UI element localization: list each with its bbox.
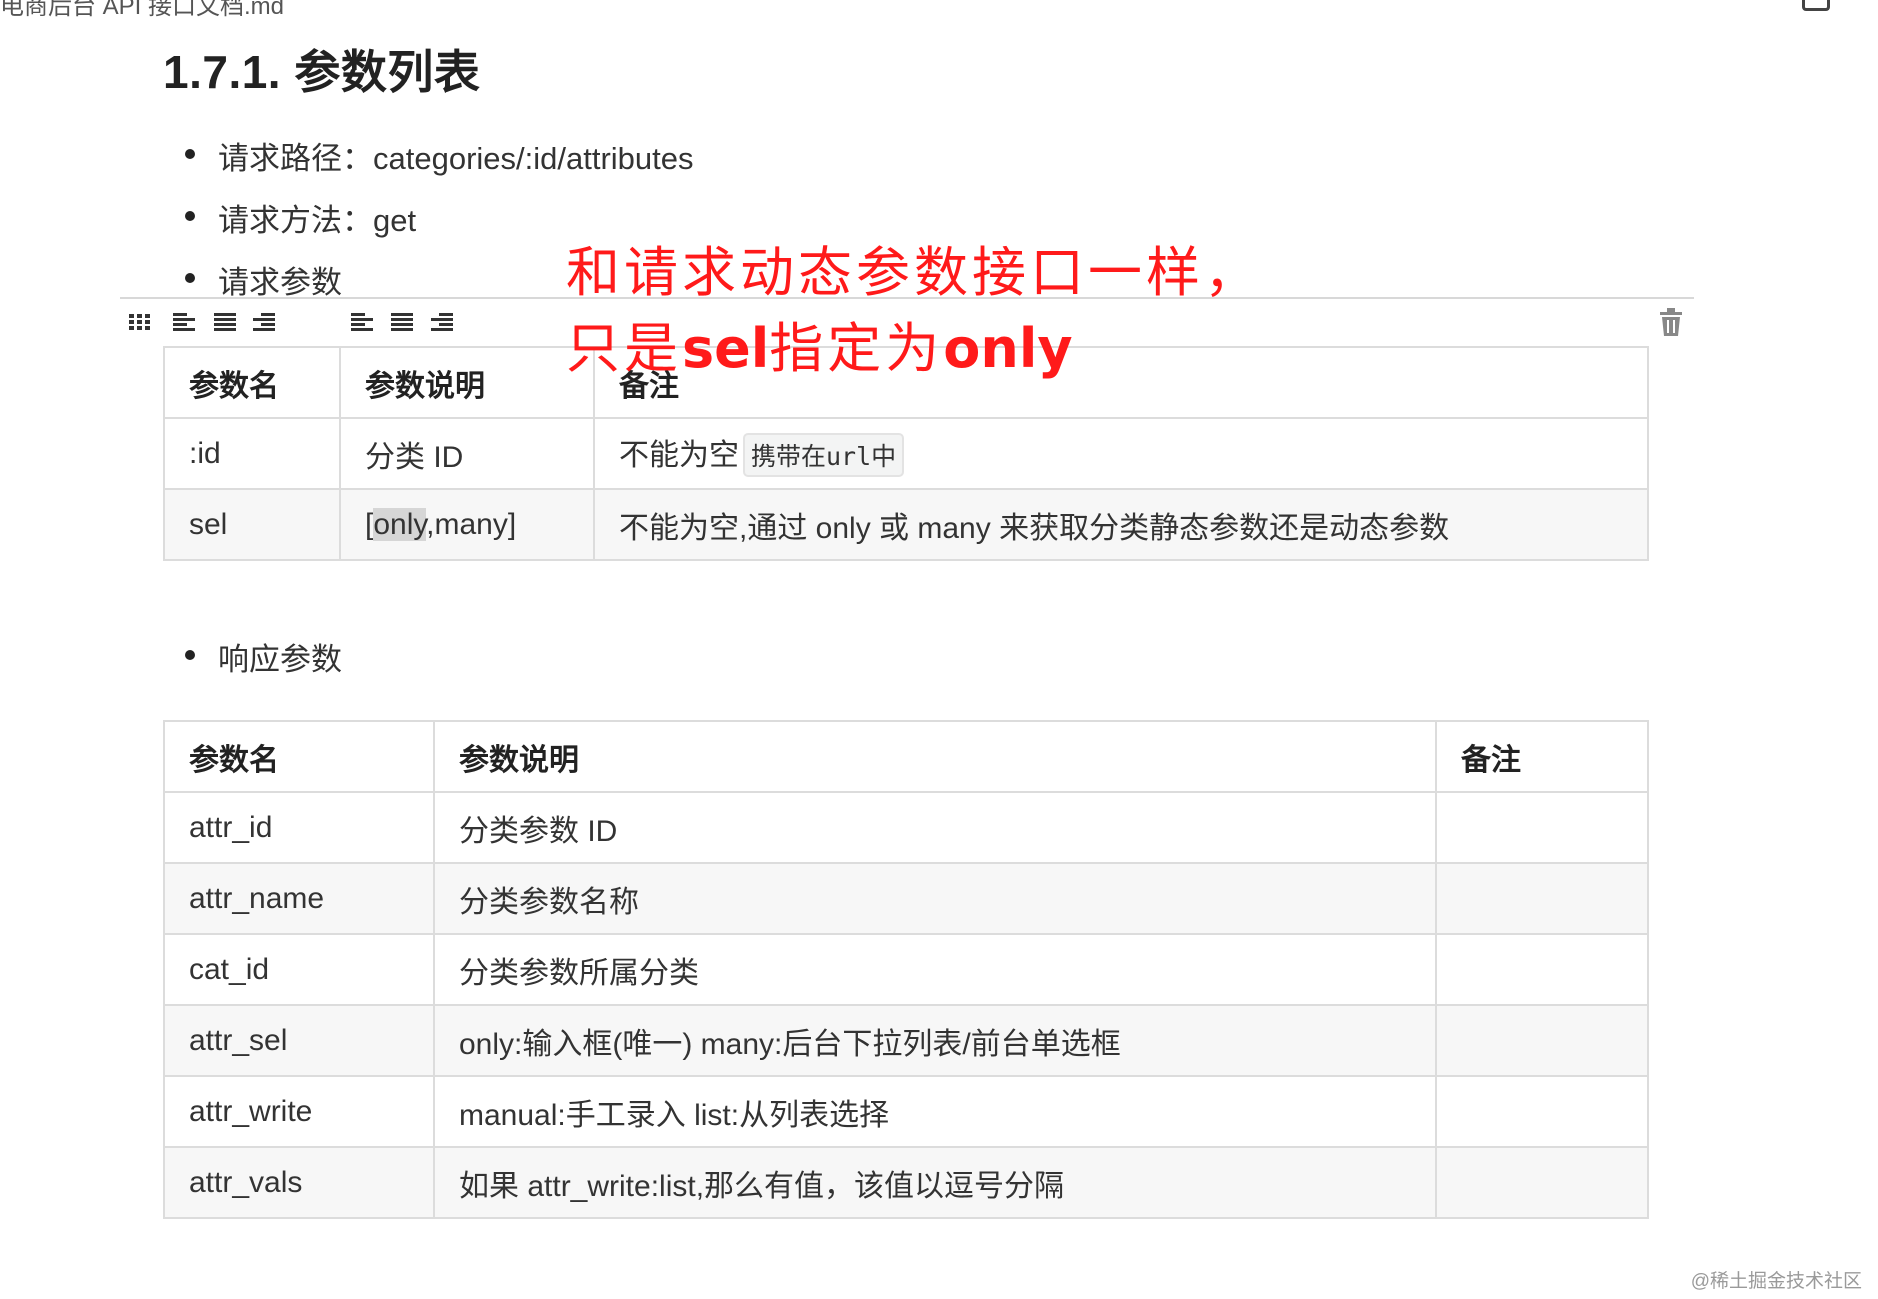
text-selection-highlight: only	[373, 507, 427, 541]
section-heading: 1.7.1. 参数列表	[163, 46, 481, 98]
annotation-middle: 指定为	[769, 317, 944, 380]
table-row: attr_vals 如果 attr_write:list,那么有值，该值以逗号分…	[163, 1146, 1649, 1219]
note-text: 不能为空	[619, 439, 739, 472]
cell-name[interactable]: :id	[163, 417, 341, 490]
align-right-icon[interactable]	[252, 310, 278, 336]
cell-name[interactable]: attr_id	[163, 791, 435, 864]
col-align-right-icon[interactable]	[430, 310, 456, 336]
table-row: cat_id 分类参数所属分类	[163, 933, 1649, 1006]
cell-desc[interactable]: 分类参数所属分类	[433, 933, 1437, 1006]
header-param-desc: 参数说明	[433, 720, 1437, 793]
cell-name[interactable]: attr_write	[163, 1075, 435, 1148]
annotation-line-1: 和请求动态参数接口一样，	[566, 241, 1262, 304]
cell-note[interactable]	[1435, 791, 1649, 864]
header-param-desc: 参数说明	[339, 346, 595, 419]
header-note: 备注	[1435, 720, 1649, 793]
cell-desc[interactable]: 分类 ID	[339, 417, 595, 490]
cell-note[interactable]	[1435, 1075, 1649, 1148]
annotation-keyword-only: only	[943, 317, 1073, 380]
table-row: sel [only,many] 不能为空,通过 only 或 many 来获取分…	[163, 488, 1649, 561]
table-row: :id 分类 ID 不能为空 携带在url中	[163, 417, 1649, 490]
header-param-name: 参数名	[163, 720, 435, 793]
cell-note[interactable]	[1435, 933, 1649, 1006]
cell-desc[interactable]: 如果 attr_write:list,那么有值，该值以逗号分隔	[433, 1146, 1437, 1219]
cell-desc[interactable]: 分类参数 ID	[433, 791, 1437, 864]
cell-note[interactable]: 不能为空,通过 only 或 many 来获取分类静态参数还是动态参数	[593, 488, 1649, 561]
cell-name[interactable]: attr_vals	[163, 1146, 435, 1219]
watermark: @稀土掘金技术社区	[1690, 1271, 1862, 1292]
col-align-center-icon[interactable]	[390, 310, 416, 336]
cell-desc[interactable]: only:输入框(唯一) many:后台下拉列表/前台单选框	[433, 1004, 1437, 1077]
export-icon[interactable]	[1802, 0, 1830, 11]
bullet-response-params: 响应参数	[185, 634, 342, 679]
bullet-request-method: 请求方法：get	[184, 195, 416, 240]
desc-suffix: ,many]	[426, 507, 517, 541]
cell-name[interactable]: cat_id	[163, 933, 435, 1006]
inline-code: 携带在url中	[743, 433, 905, 477]
cell-desc[interactable]: 分类参数名称	[433, 862, 1437, 935]
align-center-icon[interactable]	[213, 310, 239, 336]
cell-name[interactable]: attr_name	[163, 862, 435, 935]
table-row: attr_sel only:输入框(唯一) many:后台下拉列表/前台单选框	[163, 1004, 1649, 1077]
cell-desc[interactable]: [only,many]	[339, 488, 595, 561]
cell-desc[interactable]: manual:手工录入 list:从列表选择	[433, 1075, 1437, 1148]
table-row: attr_name 分类参数名称	[163, 862, 1649, 935]
bullet-request-path: 请求路径：categories/:id/attributes	[185, 133, 694, 178]
table-header-row: 参数名 参数说明 备注	[163, 720, 1649, 793]
cell-note[interactable]	[1435, 1004, 1649, 1077]
annotation-keyword-sel: sel	[682, 317, 770, 380]
bullet-request-params: 请求参数	[185, 257, 342, 302]
col-align-left-icon[interactable]	[350, 310, 376, 336]
window-title: 电商后台 API 接口文档.md	[0, 0, 285, 20]
cell-name[interactable]: attr_sel	[163, 1004, 435, 1077]
annotation-line-2: 只是sel指定为only	[566, 304, 1073, 383]
table-grid-icon[interactable]	[128, 310, 154, 336]
response-params-table: 参数名 参数说明 备注 attr_id 分类参数 ID attr_name 分类…	[163, 720, 1649, 1219]
trash-icon[interactable]	[1658, 307, 1684, 342]
align-left-icon[interactable]	[172, 310, 198, 336]
cell-note[interactable]	[1435, 862, 1649, 935]
table-row: attr_id 分类参数 ID	[163, 791, 1649, 864]
cell-name[interactable]: sel	[163, 488, 341, 561]
annotation-prefix: 只是	[566, 317, 682, 380]
table-row: attr_write manual:手工录入 list:从列表选择	[163, 1075, 1649, 1148]
cell-note[interactable]: 不能为空 携带在url中	[593, 417, 1649, 490]
cell-note[interactable]	[1435, 1146, 1649, 1219]
header-param-name: 参数名	[163, 346, 341, 419]
